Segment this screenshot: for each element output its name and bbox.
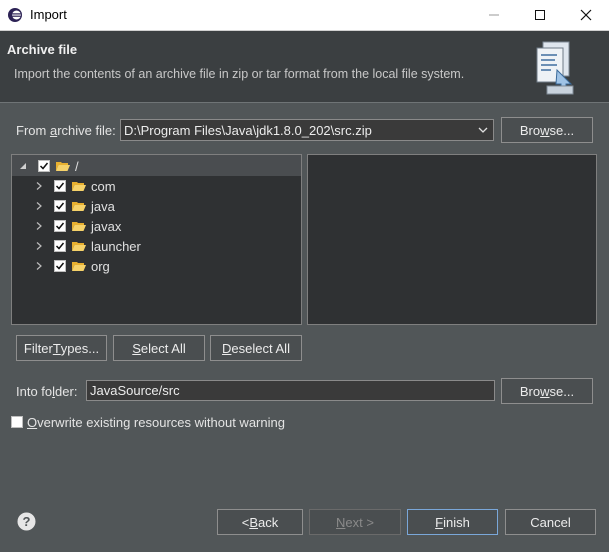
folder-open-icon bbox=[56, 162, 70, 171]
tree-label-com: com bbox=[91, 178, 116, 194]
tree-row-javax[interactable]: javax bbox=[34, 216, 121, 236]
checkmark-icon bbox=[39, 162, 49, 170]
tree-row-root[interactable]: / bbox=[18, 156, 79, 176]
into-folder-label: Into folder: bbox=[16, 384, 78, 399]
deselect-all-button[interactable]: Deselect All bbox=[210, 335, 302, 361]
archive-browse-button[interactable]: Bro w se... bbox=[501, 117, 593, 143]
archive-file-combo[interactable]: D:\Program Files\Java\jdk1.8.0_202\src.z… bbox=[120, 119, 494, 141]
minimize-button[interactable] bbox=[471, 0, 517, 30]
folder-open-icon bbox=[72, 182, 86, 191]
tree-label-org: org bbox=[91, 258, 110, 274]
filter-types-button[interactable]: Filter Types... bbox=[16, 335, 107, 361]
file-list-pane[interactable] bbox=[307, 154, 597, 325]
tree-checkbox-javax[interactable] bbox=[54, 220, 66, 232]
folder-open-icon bbox=[72, 262, 86, 271]
maximize-icon bbox=[535, 10, 545, 20]
tree-row-com[interactable]: com bbox=[34, 176, 116, 196]
overwrite-checkbox[interactable] bbox=[11, 416, 23, 428]
tree-label-root: / bbox=[75, 158, 79, 174]
overwrite-label[interactable]: Overwrite existing resources without war… bbox=[27, 415, 285, 430]
select-all-button[interactable]: Select All bbox=[113, 335, 205, 361]
collapsed-triangle-icon[interactable] bbox=[34, 201, 44, 211]
tree-label-launcher: launcher bbox=[91, 238, 141, 254]
tree-row-java[interactable]: java bbox=[34, 196, 115, 216]
archive-file-label: From archive file: bbox=[16, 123, 116, 138]
tree-checkbox-org[interactable] bbox=[54, 260, 66, 272]
archive-tree[interactable]: / com java javax launcher org bbox=[11, 154, 302, 325]
next-button[interactable]: Next > bbox=[309, 509, 401, 535]
chevron-down-icon[interactable] bbox=[477, 124, 489, 136]
tree-label-javax: javax bbox=[91, 218, 122, 234]
tree-checkbox-com[interactable] bbox=[54, 180, 66, 192]
wizard-header: Archive file Import the contents of an a… bbox=[0, 31, 609, 102]
checkmark-icon bbox=[55, 222, 65, 230]
folder-open-icon bbox=[72, 202, 86, 211]
tree-row-org[interactable]: org bbox=[34, 256, 110, 276]
collapsed-triangle-icon[interactable] bbox=[34, 221, 44, 231]
into-folder-input[interactable] bbox=[87, 381, 494, 400]
expand-triangle-icon[interactable] bbox=[18, 161, 28, 171]
checkmark-icon bbox=[55, 242, 65, 250]
folder-open-icon bbox=[72, 222, 86, 231]
window-title: Import bbox=[30, 7, 67, 22]
archive-file-value: D:\Program Files\Java\jdk1.8.0_202\src.z… bbox=[124, 123, 372, 138]
folder-browse-button[interactable]: Bro w se... bbox=[501, 378, 593, 404]
minimize-icon bbox=[489, 14, 499, 16]
tree-checkbox-launcher[interactable] bbox=[54, 240, 66, 252]
cancel-button[interactable]: Cancel bbox=[505, 509, 596, 535]
collapsed-triangle-icon[interactable] bbox=[34, 261, 44, 271]
maximize-button[interactable] bbox=[517, 0, 563, 30]
checkmark-icon bbox=[55, 202, 65, 210]
checkmark-icon bbox=[55, 262, 65, 270]
archive-import-wizard-icon bbox=[536, 41, 574, 95]
into-folder-field-box bbox=[86, 380, 495, 401]
back-button[interactable]: < Back bbox=[217, 509, 303, 535]
close-icon bbox=[580, 9, 592, 21]
header-separator bbox=[0, 102, 609, 103]
tree-label-java: java bbox=[91, 198, 115, 214]
title-bar: Import bbox=[0, 0, 609, 31]
import-dialog: Import Archive file Import the contents … bbox=[0, 0, 609, 552]
svg-text:?: ? bbox=[23, 514, 31, 529]
collapsed-triangle-icon[interactable] bbox=[34, 241, 44, 251]
finish-button[interactable]: Finish bbox=[407, 509, 498, 535]
help-icon[interactable]: ? bbox=[17, 512, 36, 531]
checkmark-icon bbox=[55, 182, 65, 190]
tree-checkbox-java[interactable] bbox=[54, 200, 66, 212]
page-description: Import the contents of an archive file i… bbox=[14, 67, 465, 81]
eclipse-app-icon bbox=[8, 8, 22, 22]
page-title: Archive file bbox=[7, 42, 78, 57]
tree-row-launcher[interactable]: launcher bbox=[34, 236, 141, 256]
tree-checkbox-root[interactable] bbox=[38, 160, 50, 172]
folder-open-icon bbox=[72, 242, 86, 251]
collapsed-triangle-icon[interactable] bbox=[34, 181, 44, 191]
close-button[interactable] bbox=[563, 0, 609, 30]
